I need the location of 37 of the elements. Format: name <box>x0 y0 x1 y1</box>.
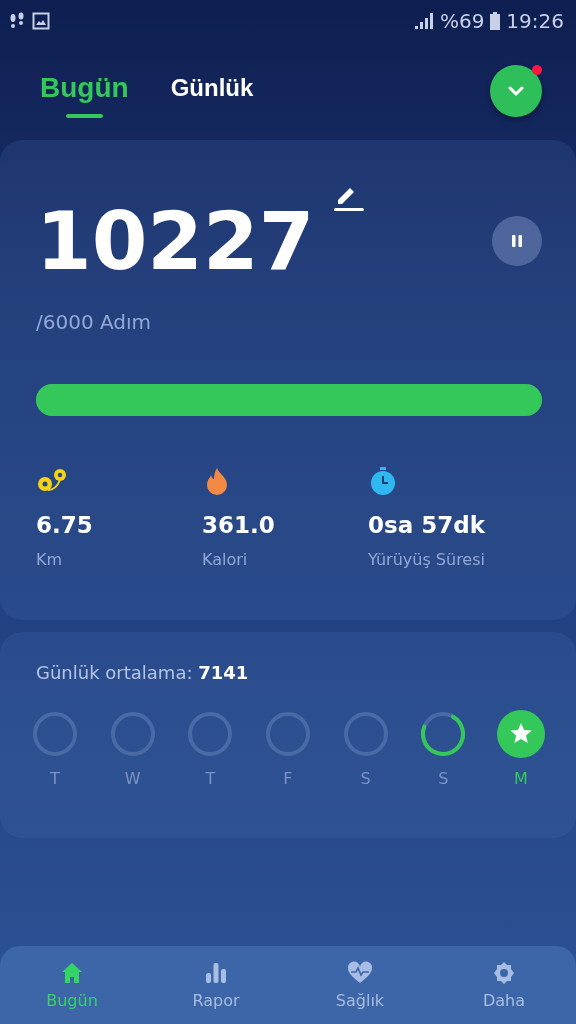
battery-icon <box>490 12 501 30</box>
image-icon <box>32 12 50 30</box>
nav-item[interactable]: Rapor <box>166 959 266 1011</box>
step-count: 10227 <box>36 202 315 282</box>
bar-chart-icon <box>204 960 228 985</box>
nav-item[interactable]: Bugün <box>22 959 122 1011</box>
step-goal: /6000 Adım <box>36 310 153 334</box>
weekday-label: F <box>283 769 293 788</box>
daily-average: Günlük ortalama: 7141 <box>36 662 250 683</box>
clock-time: 19:26 <box>506 9 564 33</box>
battery-percent: %69 <box>439 9 485 33</box>
stopwatch-icon <box>368 466 398 496</box>
nav-item[interactable]: Sağlık <box>310 959 410 1011</box>
weekday-label: T <box>205 769 216 788</box>
weekday-label: W <box>124 769 141 788</box>
weekday-label: T <box>50 769 60 788</box>
tab[interactable]: Bugün <box>38 64 131 118</box>
weekday-label: S <box>360 769 371 788</box>
nav-item[interactable]: Daha <box>454 959 554 1011</box>
goal-star-badge[interactable] <box>495 709 546 759</box>
home-icon <box>60 960 84 985</box>
check-button[interactable] <box>490 65 542 117</box>
weekday-label: M <box>514 769 528 788</box>
tab[interactable]: Günlük <box>168 64 256 118</box>
stat-label: Kalori <box>202 550 248 569</box>
heartbeat-icon <box>347 960 373 985</box>
signal-icon <box>413 12 434 30</box>
stat-value: 6.75 <box>36 512 93 538</box>
settings-icon <box>492 960 516 985</box>
weekday-label: S <box>438 769 449 788</box>
stat-label: Km <box>36 550 63 569</box>
stat-value: 0sa 57dk <box>368 512 485 538</box>
pause-icon <box>509 233 525 249</box>
stat-value: 361.0 <box>202 512 275 538</box>
stat-label: Yürüyüş Süresi <box>368 550 485 569</box>
footprints-icon <box>8 12 26 30</box>
pause-button[interactable] <box>492 216 542 266</box>
